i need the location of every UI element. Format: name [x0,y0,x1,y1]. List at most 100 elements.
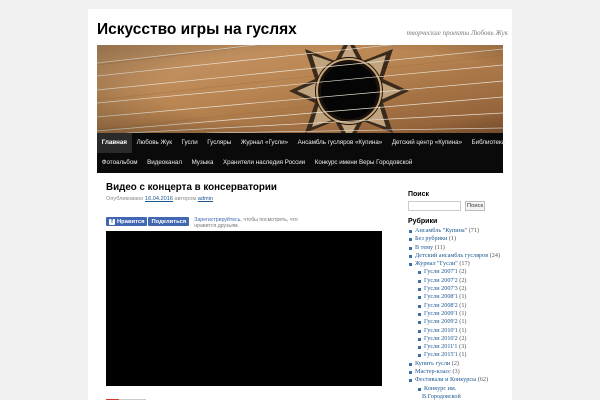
nav-item-children-center[interactable]: Детский центр «Купина» [387,133,467,153]
nav-item-photo-album[interactable]: Фотоальбом [97,153,142,173]
category-item: Гусли 2008'2 (1) [417,302,508,310]
category-link[interactable]: Гусли 2008'1 [424,293,458,300]
category-link[interactable]: Гусли 2008'2 [424,302,458,309]
category-count: (1) [459,301,467,309]
facebook-like-label: Нравится [117,218,145,225]
category-link[interactable]: Купить гусли [415,360,450,367]
category-count: (2) [459,334,467,342]
facebook-share-button[interactable]: Поделиться [148,217,190,226]
nav-item-video-channel[interactable]: Видеоканал [142,153,186,173]
category-item: Гусли 2007'2 (2) [417,277,508,285]
category-count: (62) [477,376,489,384]
category-item: Журнал "Гусли" (17) [408,260,508,268]
categories-list: Ансамбль "Купина" (71) Без рубрики (1) В т… [408,227,508,400]
category-link[interactable]: В тему [415,244,433,251]
category-count: (2) [459,276,467,284]
category-count: (1) [448,235,457,243]
category-count: (11) [434,243,445,251]
category-count: (17) [459,260,470,268]
category-link[interactable]: Гусли 2009'1 [424,310,458,317]
nav-item-journal[interactable]: Журнал «Гусли» [236,133,293,153]
category-item: Гусли 2015'1 (1) [417,351,508,359]
nav-item-guslyary[interactable]: Гусляры [202,133,236,153]
category-item: Мастер-класс (3) [408,368,508,376]
nav-item-contest[interactable]: Конкурс имени Веры Городовской [310,153,417,173]
category-item: Конкурс им. [417,385,508,393]
facebook-register-text: Зарегистрируйтесь, чтобы посмотреть, что… [194,217,304,229]
video-player[interactable] [106,231,382,386]
facebook-icon: f [109,218,115,225]
category-link[interactable]: Гусли 2011'1 [424,343,457,350]
category-count: (2) [459,268,467,276]
facebook-like-button[interactable]: f Нравится [106,217,148,226]
post-meta: Опубликовано 16.04.2016 автором admin [106,196,213,202]
post-meta-author-prefix: автором [174,196,197,202]
post-title[interactable]: Видео с концерта в консерватории [106,182,277,193]
nav-item-music[interactable]: Музыка [187,153,218,173]
category-item: Фестивали и Конкурсы (62) [408,376,508,384]
category-count: (71) [468,227,480,234]
header-image [97,45,503,133]
category-count: (3) [452,368,460,376]
nav-item-heritage-keepers[interactable]: Хранители наследия России [218,153,310,173]
category-link[interactable]: Ансамбль "Купина" [415,227,467,234]
category-item: Гусли 2010'2 (2) [417,335,508,343]
category-link[interactable]: Мастер-класс [415,368,451,375]
post-meta-prefix: Опубликовано [106,196,144,202]
nav-item-library[interactable]: Библиотека [467,133,510,153]
category-link[interactable]: Без рубрики [415,235,447,242]
category-link[interactable]: Фестивали и Конкурсы [415,376,476,383]
category-item: Гусли 2009'1 (1) [417,310,508,318]
category-link[interactable]: Детский ансамбль гусляров [415,252,488,259]
category-item: Без рубрики (1) [408,235,508,243]
page-container: Искусство игры на гуслях творческие прое… [88,9,512,400]
category-item: Детский ансамбль гусляров (24) [408,252,508,260]
category-link[interactable]: Гусли 2015'1 [424,351,458,358]
main-navigation: Главная Любовь Жук Гусли Гусляры Журнал … [97,133,505,173]
nav-item-ensemble[interactable]: Ансамбль гусляров «Купина» [293,133,387,153]
category-count: (3) [459,343,467,351]
search-input[interactable] [408,201,461,211]
category-count: (1) [459,293,467,301]
category-link[interactable]: Гусли 2007'2 [424,277,458,284]
category-item: В тему (11) [408,244,508,252]
category-link[interactable]: Гусли 2007'1 [424,268,458,275]
nav-item-lyubov-zhuk[interactable]: Любовь Жук [132,133,177,153]
category-item: Гусли 2007'3 (2) [417,285,508,293]
nav-item-home[interactable]: Главная [97,133,132,153]
search-button[interactable]: Поиск [465,201,485,211]
category-link[interactable]: Гусли 2010'1 [424,327,458,334]
category-count: (1) [459,326,467,334]
category-item: В.Городовской [422,393,508,400]
site-title[interactable]: Искусство игры на гуслях [97,21,297,39]
search-heading: Поиск [408,191,430,198]
category-item: Ансамбль "Купина" (71) [408,227,508,235]
category-count: (1) [459,309,467,317]
category-item: Гусли 2007'1 (2) [417,268,508,276]
category-link[interactable]: Гусли 2007'3 [424,285,458,292]
category-item: Гусли 2008'1 (1) [417,293,508,301]
site-description: творческие проекты Любовь Жук [406,29,508,37]
post-date-link[interactable]: 16.04.2016 [145,196,173,202]
category-count: (2) [459,285,467,293]
facebook-like-widget: f Нравится Поделиться Зарегистрируйтесь,… [106,217,304,229]
category-count: (24) [489,251,501,259]
category-count: (1) [459,318,467,326]
nav-item-gusli[interactable]: Гусли [177,133,203,153]
category-link[interactable]: Гусли 2010'2 [424,335,458,342]
category-link[interactable]: В.Городовской [422,393,461,400]
nav-row-primary: Главная Любовь Жук Гусли Гусляры Журнал … [97,133,510,153]
categories-heading: Рубрики [408,218,438,225]
category-link[interactable]: Гусли 2009'2 [424,318,458,325]
category-item: Гусли 2011'1 (3) [417,343,508,351]
category-item: Купить гусли (2) [408,360,508,368]
category-count: (2) [451,359,459,367]
nav-row-secondary: Фотоальбом Видеоканал Музыка Хранители н… [97,153,417,173]
gusli-header-illustration [97,45,503,133]
post-author-link[interactable]: admin [198,196,213,202]
category-item: Гусли 2009'2 (1) [417,318,508,326]
facebook-share-label: Поделиться [151,218,187,225]
category-count: (1) [459,351,467,359]
category-link[interactable]: Журнал "Гусли" [415,260,458,267]
category-link[interactable]: Конкурс им. [424,385,456,392]
